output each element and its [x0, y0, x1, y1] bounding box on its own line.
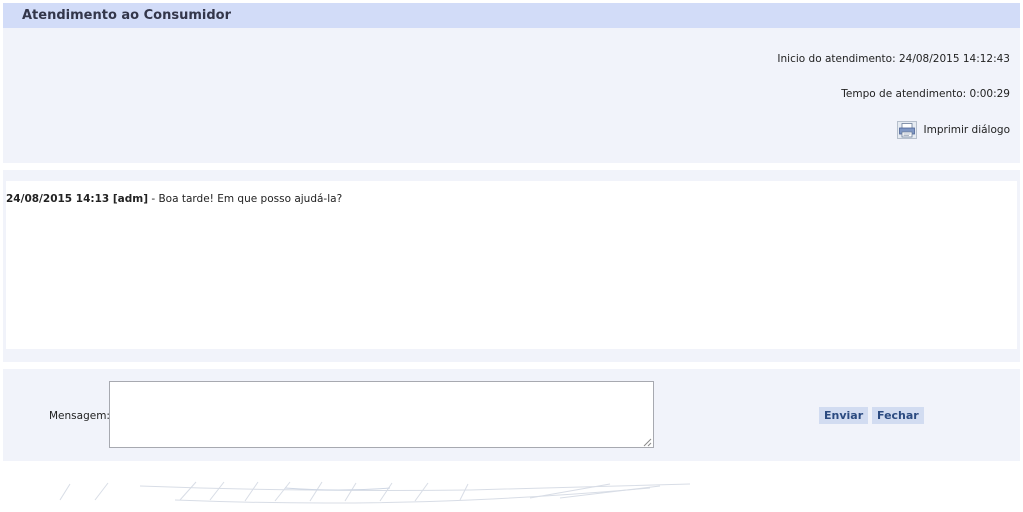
start-time-text: Inicio do atendimento: 24/08/2015 14:12:…	[777, 53, 1010, 65]
message-input[interactable]	[109, 381, 654, 448]
chat-message-header: 24/08/2015 14:13 [adm]	[6, 193, 148, 205]
session-info-panel: Inicio do atendimento: 24/08/2015 14:12:…	[3, 28, 1020, 163]
chat-message: 24/08/2015 14:13 [adm] - Boa tarde! Em q…	[6, 193, 342, 205]
decorative-swoosh	[59, 481, 691, 504]
panel-header: Atendimento ao Consumidor	[3, 3, 1020, 28]
dialog-panel: 24/08/2015 14:13 [adm] - Boa tarde! Em q…	[3, 170, 1020, 362]
duration-text: Tempo de atendimento: 0:00:29	[841, 88, 1010, 100]
compose-panel: Mensagem: Enviar Fechar	[3, 369, 1020, 461]
print-dialog-label: Imprimir diálogo	[923, 124, 1010, 136]
message-label: Mensagem:	[49, 410, 110, 422]
chat-message-text: - Boa tarde! Em que posso ajudá-la?	[148, 193, 343, 205]
print-dialog-link[interactable]: Imprimir diálogo	[896, 121, 1010, 139]
close-button[interactable]: Fechar	[872, 407, 924, 424]
chat-window: Atendimento ao Consumidor Inicio do aten…	[0, 0, 1023, 512]
page-title: Atendimento ao Consumidor	[22, 8, 231, 23]
printer-icon	[896, 121, 917, 139]
resize-grip-icon[interactable]	[643, 438, 652, 447]
dialog-history[interactable]: 24/08/2015 14:13 [adm] - Boa tarde! Em q…	[6, 181, 1017, 349]
send-button[interactable]: Enviar	[819, 407, 869, 424]
